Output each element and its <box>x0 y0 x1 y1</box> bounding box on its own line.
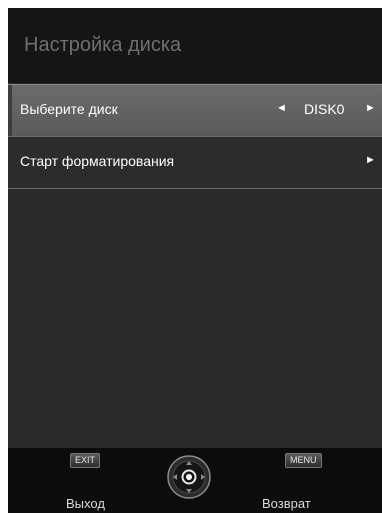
arrow-left-icon[interactable]: ◄ <box>276 102 287 114</box>
dpad-navigation-icon <box>167 455 211 499</box>
menu-key-icon[interactable]: MENU <box>285 453 322 468</box>
arrow-right-icon[interactable]: ► <box>365 154 376 166</box>
screen-frame: Настройка диска Выберите диск ◄ DISK0 ► … <box>0 0 382 513</box>
exit-key-icon[interactable]: EXIT <box>70 453 101 468</box>
back-label: Возврат <box>262 496 311 511</box>
menu-item-select-disk[interactable]: Выберите диск ◄ DISK0 ► <box>8 84 382 137</box>
menu-item-start-format[interactable]: Старт форматирования ► <box>8 137 382 189</box>
footer-bar: EXIT Выход MENU Возврат <box>8 448 382 513</box>
menu-item-label: Старт форматирования <box>20 153 175 169</box>
title-bar: Настройка диска <box>8 8 382 83</box>
menu-item-label: Выберите диск <box>20 101 118 117</box>
page-title: Настройка диска <box>24 34 182 56</box>
arrow-right-icon[interactable]: ► <box>365 102 376 114</box>
disk-settings-panel: Настройка диска Выберите диск ◄ DISK0 ► … <box>8 8 382 513</box>
selected-disk-value: DISK0 <box>304 101 345 117</box>
exit-label: Выход <box>66 496 105 511</box>
